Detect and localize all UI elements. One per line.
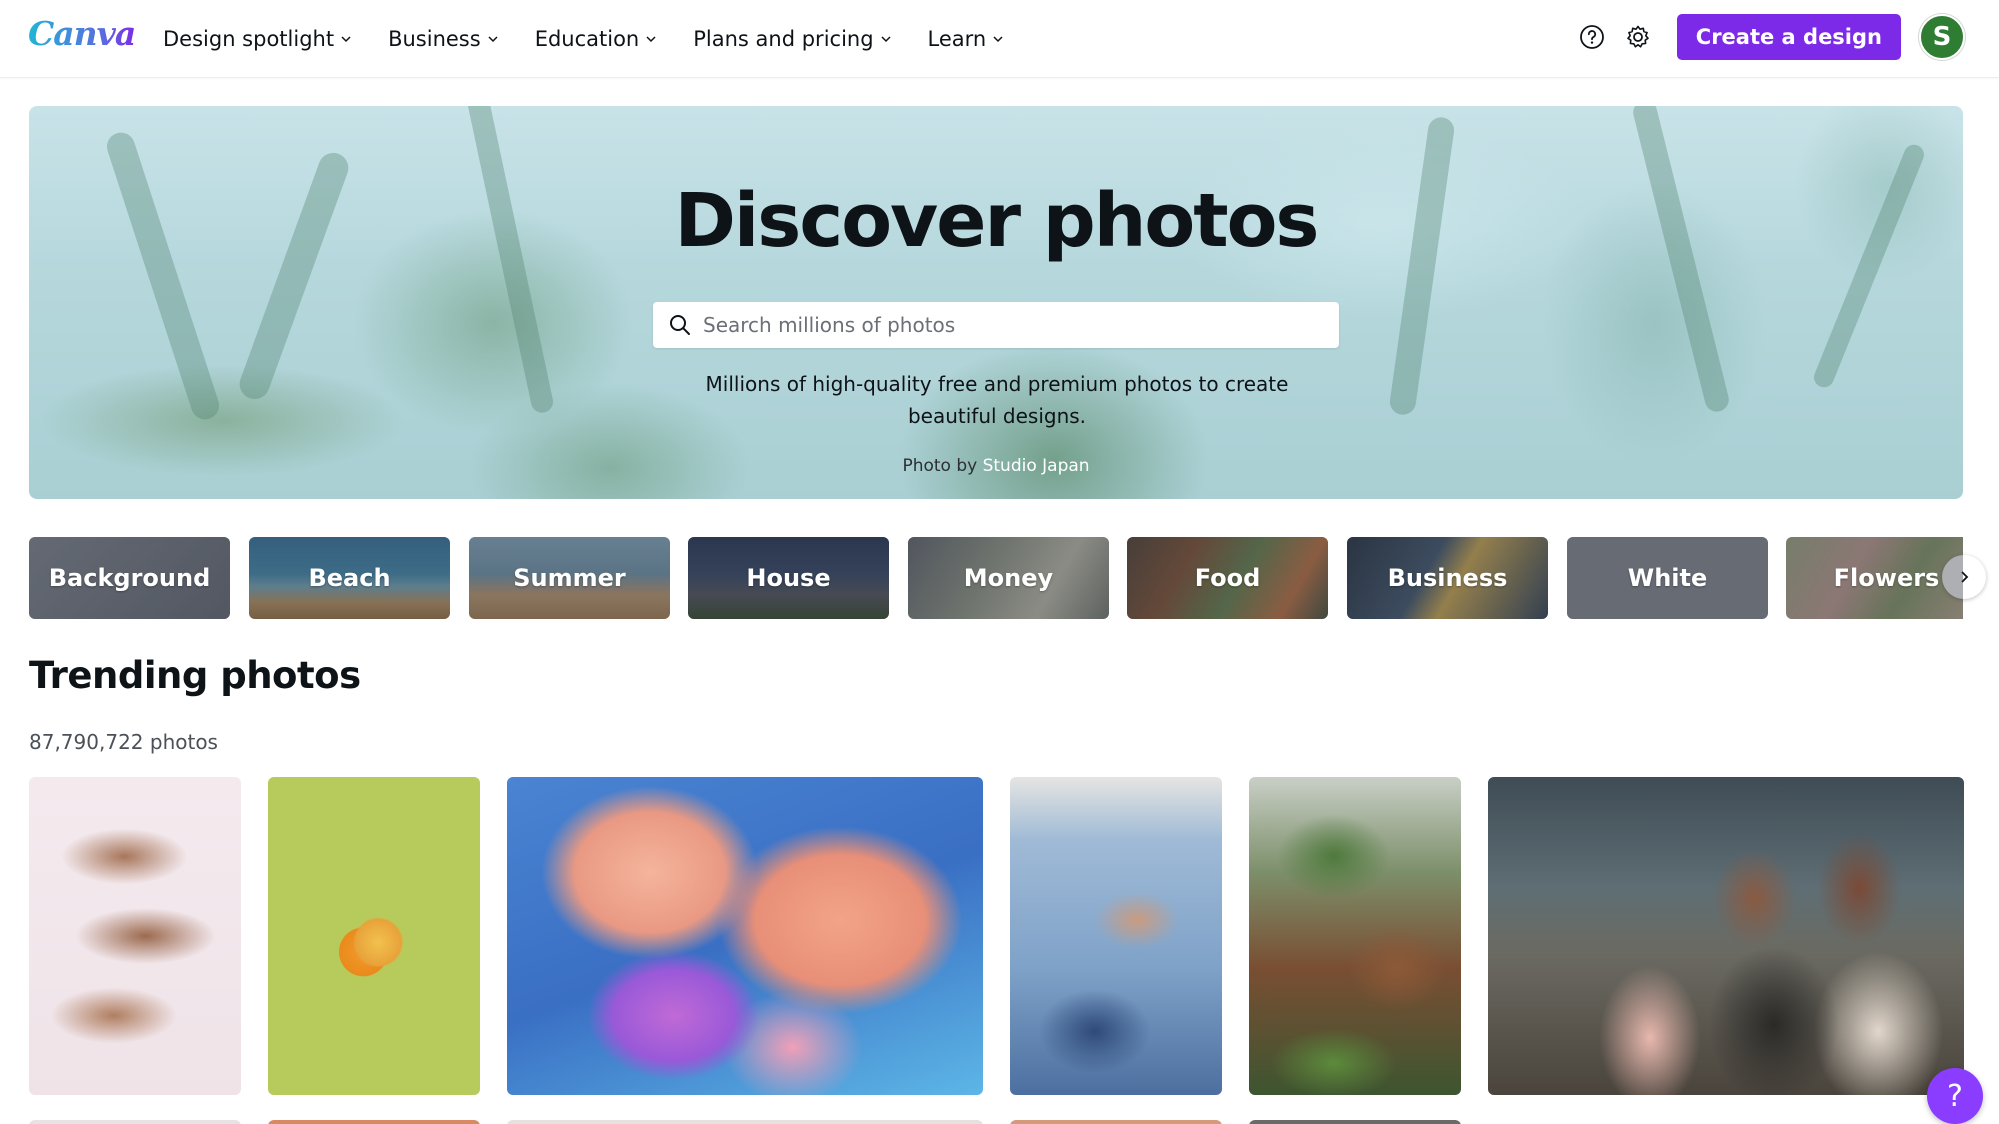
nav-label: Business (388, 27, 481, 51)
photo-tile[interactable] (268, 777, 480, 1095)
photo-tile[interactable] (507, 777, 983, 1095)
photo-tile[interactable] (29, 777, 241, 1095)
photo-count: 87,790,722 photos (29, 730, 218, 754)
category-label: White (1627, 564, 1708, 592)
category-label: Food (1194, 564, 1261, 592)
category-summer[interactable]: Summer (469, 537, 670, 619)
section-title: Trending photos (29, 654, 361, 697)
search-bar[interactable] (653, 302, 1339, 348)
credit-author-link[interactable]: Studio Japan (983, 456, 1090, 476)
chevron-down-icon (993, 36, 1003, 43)
gear-icon (1626, 25, 1649, 48)
nav-label: Education (534, 27, 640, 51)
help-circle-icon (1579, 25, 1604, 49)
nav-label: Design spotlight (163, 27, 335, 51)
main-menu: Design spotlight Business Education Plan… (163, 22, 1040, 56)
top-navigation: Canva Design spotlight Business Educatio… (0, 0, 1999, 78)
hero-description: Millions of high-quality free and premiu… (705, 372, 1289, 428)
nav-label: Plans and pricing (693, 27, 874, 51)
category-label: Background (48, 564, 211, 592)
hero-banner: Discover photos Millions of high-quality… (29, 106, 1963, 499)
category-label: Summer (513, 564, 626, 592)
category-white[interactable]: White (1567, 537, 1768, 619)
photo-tile[interactable] (268, 1120, 480, 1124)
chevron-down-icon (646, 36, 656, 43)
nav-business[interactable]: Business (388, 22, 498, 56)
category-label: Money (963, 564, 1054, 592)
nav-plans-and-pricing[interactable]: Plans and pricing (693, 22, 891, 56)
category-money[interactable]: Money (908, 537, 1109, 619)
category-label: House (746, 564, 831, 592)
photo-tile[interactable] (1488, 777, 1964, 1095)
category-food[interactable]: Food (1127, 537, 1328, 619)
category-carousel: Background Beach Summer House Money Food… (29, 537, 1963, 619)
category-flowers[interactable]: Flowers (1786, 537, 1963, 619)
photo-tile[interactable] (1010, 1120, 1222, 1124)
help-button[interactable] (1575, 20, 1609, 54)
credit-prefix: Photo by (902, 456, 978, 476)
photo-tile[interactable] (29, 1120, 241, 1124)
category-background[interactable]: Background (29, 537, 230, 619)
chevron-down-icon (341, 36, 351, 43)
photo-tile[interactable] (1249, 1120, 1461, 1124)
category-label: Business (1387, 564, 1508, 592)
photo-credit: Photo by Studio Japan (29, 456, 1963, 476)
nav-learn[interactable]: Learn (928, 22, 1004, 56)
settings-button[interactable] (1621, 20, 1655, 54)
chevron-down-icon (881, 36, 891, 43)
avatar[interactable]: S (1919, 14, 1965, 60)
create-design-button[interactable]: Create a design (1676, 14, 1901, 60)
canva-logo[interactable]: Canva (28, 14, 136, 53)
category-beach[interactable]: Beach (249, 537, 450, 619)
category-house[interactable]: House (688, 537, 889, 619)
photo-tile[interactable] (507, 1120, 983, 1124)
nav-actions: Create a design S (1575, 14, 1965, 60)
page-title: Discover photos (674, 178, 1320, 264)
nav-label: Learn (927, 27, 987, 51)
search-icon (670, 315, 690, 335)
photo-tile[interactable] (1010, 777, 1222, 1095)
category-business[interactable]: Business (1347, 537, 1548, 619)
help-chat-button[interactable]: ? (1927, 1068, 1983, 1124)
nav-education[interactable]: Education (535, 22, 657, 56)
chevron-down-icon (488, 36, 498, 43)
category-label: Flowers (1833, 564, 1940, 592)
nav-design-spotlight[interactable]: Design spotlight (163, 22, 351, 56)
search-input[interactable] (703, 313, 1323, 337)
category-label: Beach (308, 564, 391, 592)
photo-tile[interactable] (1249, 777, 1461, 1095)
